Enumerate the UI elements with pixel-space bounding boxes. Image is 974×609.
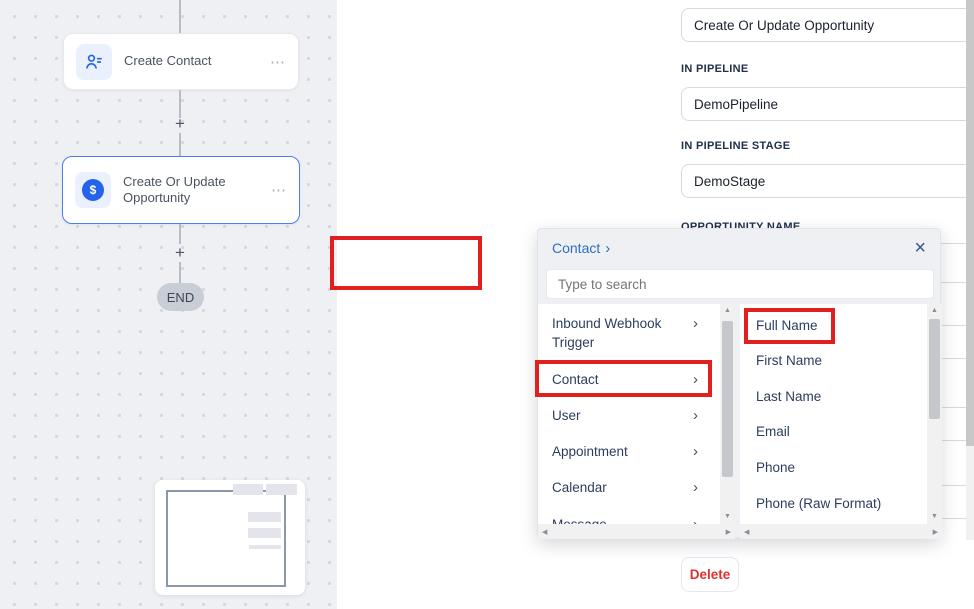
- field-item-phone[interactable]: Phone: [740, 458, 927, 477]
- node-menu-icon[interactable]: ⋯: [271, 181, 287, 199]
- scroll-right-icon[interactable]: ▶: [933, 528, 938, 536]
- chevron-right-icon: ›: [693, 406, 698, 425]
- workflow-canvas[interactable]: Create Contact ⋯ + $ Create Or Update Op…: [0, 0, 337, 609]
- field-item-last-name[interactable]: Last Name: [740, 387, 927, 406]
- stage-label: IN PIPELINE STAGE: [681, 140, 790, 152]
- node-label: Create Or Update Opportunity: [123, 174, 271, 207]
- minimap-viewport[interactable]: [166, 490, 286, 587]
- connector-line: [179, 224, 181, 244]
- stage-select[interactable]: DemoStage: [681, 164, 974, 198]
- close-icon[interactable]: ×: [914, 238, 926, 258]
- connector-line: [179, 262, 181, 283]
- category-vertical-scrollbar[interactable]: ▲ ▼: [720, 304, 735, 524]
- add-step-button[interactable]: +: [171, 244, 189, 262]
- panel-scrollbar-thumb[interactable]: [966, 0, 974, 446]
- scroll-left-icon[interactable]: ◀: [744, 528, 749, 536]
- scroll-right-icon[interactable]: ▶: [726, 528, 731, 536]
- chevron-right-icon: ›: [693, 442, 698, 461]
- connector-line: [179, 0, 181, 33]
- chevron-right-icon: ›: [605, 240, 610, 257]
- popup-search-input[interactable]: [546, 269, 934, 299]
- scroll-up-icon[interactable]: ▲: [720, 304, 735, 318]
- node-create-contact[interactable]: Create Contact ⋯: [63, 33, 299, 90]
- chevron-right-icon: ›: [693, 314, 698, 333]
- menu-item-appointment[interactable]: Appointment ›: [538, 442, 720, 461]
- action-title-input[interactable]: [681, 8, 974, 42]
- panel-scrollbar[interactable]: [966, 0, 974, 540]
- connector-line: [179, 133, 181, 156]
- scroll-up-icon[interactable]: ▲: [927, 304, 942, 318]
- field-horizontal-scrollbar[interactable]: ◀ ▶: [740, 524, 942, 539]
- chevron-right-icon: ›: [693, 370, 698, 389]
- pipeline-label: IN PIPELINE: [681, 63, 748, 75]
- scroll-down-icon[interactable]: ▼: [927, 510, 942, 524]
- minimap[interactable]: [155, 480, 305, 595]
- menu-item-contact[interactable]: Contact ›: [538, 370, 720, 389]
- popup-category-list: Inbound Webhook Trigger › Contact › User…: [538, 304, 735, 539]
- field-vertical-scrollbar[interactable]: ▲ ▼: [927, 304, 942, 524]
- opportunity-icon: $: [75, 172, 111, 208]
- category-horizontal-scrollbar[interactable]: ◀ ▶: [538, 524, 735, 539]
- field-item-full-name[interactable]: Full Name: [740, 316, 927, 335]
- popup-field-list: Full Name First Name Last Name Email Pho…: [740, 304, 942, 539]
- add-step-button[interactable]: +: [171, 115, 189, 133]
- popup-header: Contact › ×: [538, 229, 940, 267]
- menu-item-user[interactable]: User ›: [538, 406, 720, 425]
- chevron-right-icon: ›: [693, 478, 698, 497]
- node-label: Create Contact: [124, 53, 270, 69]
- field-item-email[interactable]: Email: [740, 422, 927, 441]
- scroll-left-icon[interactable]: ◀: [542, 528, 547, 536]
- scroll-down-icon[interactable]: ▼: [720, 510, 735, 524]
- menu-item-inbound-webhook-trigger[interactable]: Inbound Webhook Trigger ›: [538, 314, 720, 352]
- workflow-editor: Create Contact ⋯ + $ Create Or Update Op…: [0, 0, 974, 609]
- end-node: END: [157, 283, 204, 311]
- pipeline-select[interactable]: DemoPipeline: [681, 87, 974, 121]
- menu-item-calendar[interactable]: Calendar ›: [538, 478, 720, 497]
- custom-values-popup: Contact › × Inbound Webhook Trigger › Co…: [537, 228, 941, 538]
- contact-icon: [76, 44, 112, 80]
- breadcrumb[interactable]: Contact: [552, 240, 600, 256]
- node-menu-icon[interactable]: ⋯: [270, 53, 286, 71]
- field-item-first-name[interactable]: First Name: [740, 351, 927, 370]
- delete-button[interactable]: Delete: [681, 557, 739, 592]
- node-create-or-update-opportunity[interactable]: $ Create Or Update Opportunity ⋯: [62, 156, 300, 224]
- field-item-phone-raw-format[interactable]: Phone (Raw Format): [740, 494, 927, 513]
